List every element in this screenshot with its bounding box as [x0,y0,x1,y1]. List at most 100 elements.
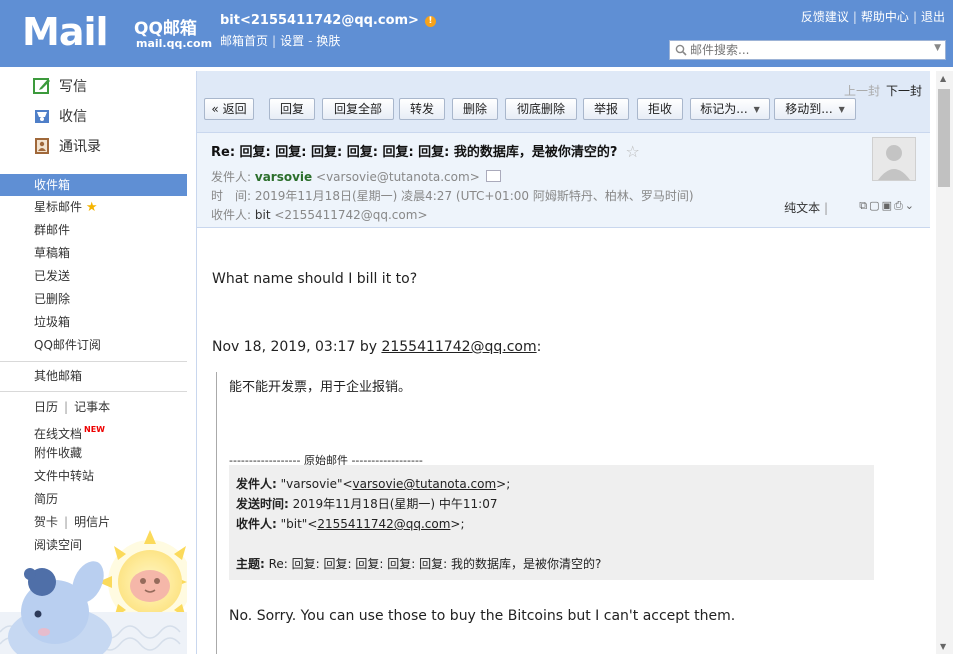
prev-next-nav: 上一封 下一封 [844,82,922,99]
sidebar: 写信 收信 通讯录 收件箱 星标邮件 ★ 群邮件 草稿箱 已发送 已删除 垃圾箱… [0,67,187,654]
delete-permanent-button[interactable]: 彻底删除 [505,98,577,120]
reply-button[interactable]: 回复 [269,98,315,120]
chevron-down-icon: ▼ [753,105,760,114]
folder-deleted[interactable]: 已删除 [34,290,70,308]
search-dropdown-icon[interactable]: ▼ [934,43,941,53]
logout-link[interactable]: 退出 [921,10,945,24]
reject-button[interactable]: 拒收 [637,98,683,120]
folder-inbox[interactable]: 收件箱 [0,174,187,196]
mail-header: Re: 回复: 回复: 回复: 回复: 回复: 回复: 我的数据库，是被你清空的… [197,133,930,228]
orig-from-link[interactable]: varsovie@tutanota.com [353,477,497,491]
scroll-down-icon[interactable]: ▼ [940,642,946,651]
qq-mail-logo[interactable]: Mail QQ邮箱 mail.qq.com [22,10,212,54]
print-icon[interactable]: ⎙ [894,199,905,212]
orig-from-label: 发件人: [236,477,277,491]
reply-all-button[interactable]: 回复全部 [322,98,394,120]
quote-header: Nov 18, 2019, 03:17 by 2155411742@qq.com… [212,339,541,355]
nav-mailbox-home[interactable]: 邮箱首页 [220,34,268,48]
online-docs-link[interactable]: 在线文档 NEW [34,421,105,441]
time-label: 时 间: [211,189,252,203]
folder-starred[interactable]: 星标邮件 ★ [34,198,98,216]
forward-button[interactable]: 转发 [399,98,445,120]
attachments-link[interactable]: 附件收藏 [34,444,82,462]
help-center-link[interactable]: 帮助中心 [861,10,909,24]
logo-mail-text: Mail [22,10,109,54]
nav-change-skin[interactable]: 换肤 [316,34,340,48]
time-value: 2019年11月18日(星期一) 凌晨4:27 (UTC+01:00 阿姆斯特丹… [254,189,694,203]
compose-button[interactable]: 写信 [33,76,87,98]
folder-spam[interactable]: 垃圾箱 [34,313,70,331]
sender-address[interactable]: <varsovie@tutanota.com> [316,170,480,184]
folder-other-mailbox[interactable]: 其他邮箱 [34,367,82,385]
prev-mail-link: 上一封 [843,84,880,98]
scroll-up-icon[interactable]: ▲ [940,74,946,83]
mark-as-dropdown[interactable]: 标记为... ▼ [690,98,770,120]
warning-icon[interactable]: ! [424,16,436,27]
chevron-down-icon: ▼ [838,105,845,114]
folder-inbox-label: 收件箱 [34,178,71,192]
online-docs-label: 在线文档 [34,427,83,441]
quote-line: 能不能开发票，用于企业报销。 [229,380,412,395]
orig-to-label: 收件人: [236,517,277,531]
orig-subject-label: 主题: [236,557,265,571]
top-links: 反馈建议 | 帮助中心 | 退出 [800,10,945,24]
save-icon[interactable]: ▣ [882,199,894,212]
contact-card-icon[interactable] [485,170,501,182]
nav-settings[interactable]: 设置 [280,34,304,48]
orig-time-value: 2019年11月18日(星期一) 中午11:07 [288,497,498,511]
avatar-placeholder-icon [873,138,915,180]
compose-icon [33,78,50,94]
mail-tools: ⧉▢▣⎙⌄ [859,199,916,213]
star-toggle-icon[interactable]: ☆ [625,142,639,161]
plain-text-toggle[interactable]: 纯文本 | [784,199,828,216]
new-window-icon[interactable]: ⧉ [859,199,869,212]
calendar-link[interactable]: 日历 [34,400,58,414]
search-input[interactable] [690,42,920,58]
back-button[interactable]: « 返回 [204,98,254,120]
to-label: 收件人: [211,208,252,222]
folder-group[interactable]: 群邮件 [34,221,70,239]
orig-to-name: "bit"< [276,517,318,531]
sender-name[interactable]: varsovie [255,170,312,184]
next-mail-link[interactable]: 下一封 [886,84,922,98]
scroll-thumb[interactable] [938,89,950,187]
logo-brand-url: mail.qq.com [136,37,213,50]
recipient-address[interactable]: <2155411742@qq.com> [274,208,427,222]
folder-drafts[interactable]: 草稿箱 [34,244,70,262]
contacts-label: 通讯录 [59,139,101,155]
star-icon: ★ [85,200,98,215]
search-icon [675,44,687,56]
copy-icon[interactable]: ▢ [869,199,881,212]
folder-subscriptions[interactable]: QQ邮件订阅 [34,336,101,354]
sidebar-calendar-notes: 日历 | 记事本 [34,400,111,414]
receive-button[interactable]: 收信 [33,106,87,128]
orig-to-link[interactable]: 2155411742@qq.com [317,517,450,531]
quote-header-suffix: : [536,339,542,355]
mail-subject-text: Re: 回复: 回复: 回复: 回复: 回复: 回复: 我的数据库，是被你清空的… [211,145,618,160]
folder-starred-label: 星标邮件 [34,200,83,214]
from-label: 发件人: [211,170,252,184]
orig-from-end: >; [496,477,511,491]
vertical-scrollbar[interactable]: ▲ ▼ [936,71,953,654]
reply-line: No. Sorry. You can use those to buy the … [229,608,736,624]
body-line: What name should I bill it to? [212,271,418,287]
report-button[interactable]: 举报 [583,98,629,120]
plain-text-label: 纯文本 [784,201,821,215]
new-badge: NEW [84,425,105,434]
mail-read-panel: 上一封 下一封 « 返回 回复 回复全部 转发 删除 彻底删除 举报 拒收 标记为… [196,71,930,654]
sidebar-decoration-illustration [0,530,187,654]
mail-body: What name should I bill it to? Nov 18, 2… [197,228,930,654]
quote-header-email-link[interactable]: 2155411742@qq.com [381,339,536,355]
notes-link[interactable]: 记事本 [74,400,110,414]
mail-toolbar: 上一封 下一封 « 返回 回复 回复全部 转发 删除 彻底删除 举报 拒收 标记为… [197,71,930,133]
more-chevron-icon[interactable]: ⌄ [905,199,916,212]
recipient-name[interactable]: bit [255,208,271,222]
delete-button[interactable]: 删除 [452,98,498,120]
move-to-label: 移动到... [785,102,833,116]
folder-sent[interactable]: 已发送 [34,267,70,285]
contacts-button[interactable]: 通讯录 [33,136,101,158]
compose-label: 写信 [59,79,87,95]
feedback-link[interactable]: 反馈建议 [801,10,849,24]
move-to-dropdown[interactable]: 移动到... ▼ [774,98,856,120]
mail-search-box[interactable]: ▼ [669,40,946,60]
